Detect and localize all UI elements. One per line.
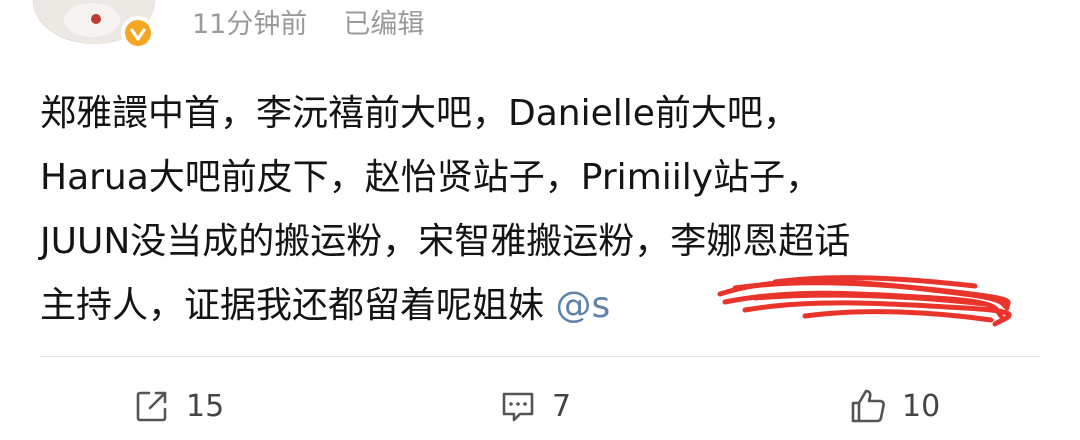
comment-button[interactable]: 7 bbox=[498, 384, 571, 428]
like-button[interactable]: 10 bbox=[848, 384, 940, 428]
footer-divider bbox=[40, 356, 1040, 357]
avatar-detail bbox=[91, 14, 101, 24]
post-text-line: 郑雅譞中首，李沅禧前大吧，Danielle前大吧， bbox=[40, 93, 799, 134]
verified-badge-icon bbox=[121, 16, 155, 50]
like-count: 10 bbox=[902, 388, 941, 424]
post-meta: 11分钟前 已编辑 bbox=[192, 6, 424, 44]
user-mention-link[interactable]: @s bbox=[555, 285, 610, 326]
post-text-line: Harua大吧前皮下，赵怡贤站子，Primiily站子， bbox=[40, 157, 822, 198]
post-text-line-content: 主持人，证据我还都留着呢姐妹 bbox=[40, 285, 556, 326]
thumbs-up-icon bbox=[848, 386, 888, 426]
comment-icon bbox=[498, 386, 538, 426]
post-time: 11分钟前 bbox=[192, 9, 308, 40]
repost-count: 15 bbox=[186, 388, 225, 424]
redaction-scribble bbox=[717, 275, 1012, 327]
share-icon bbox=[132, 386, 172, 426]
repost-button[interactable]: 15 bbox=[132, 384, 224, 428]
edited-label: 已编辑 bbox=[343, 9, 425, 40]
comment-count: 7 bbox=[552, 388, 572, 424]
